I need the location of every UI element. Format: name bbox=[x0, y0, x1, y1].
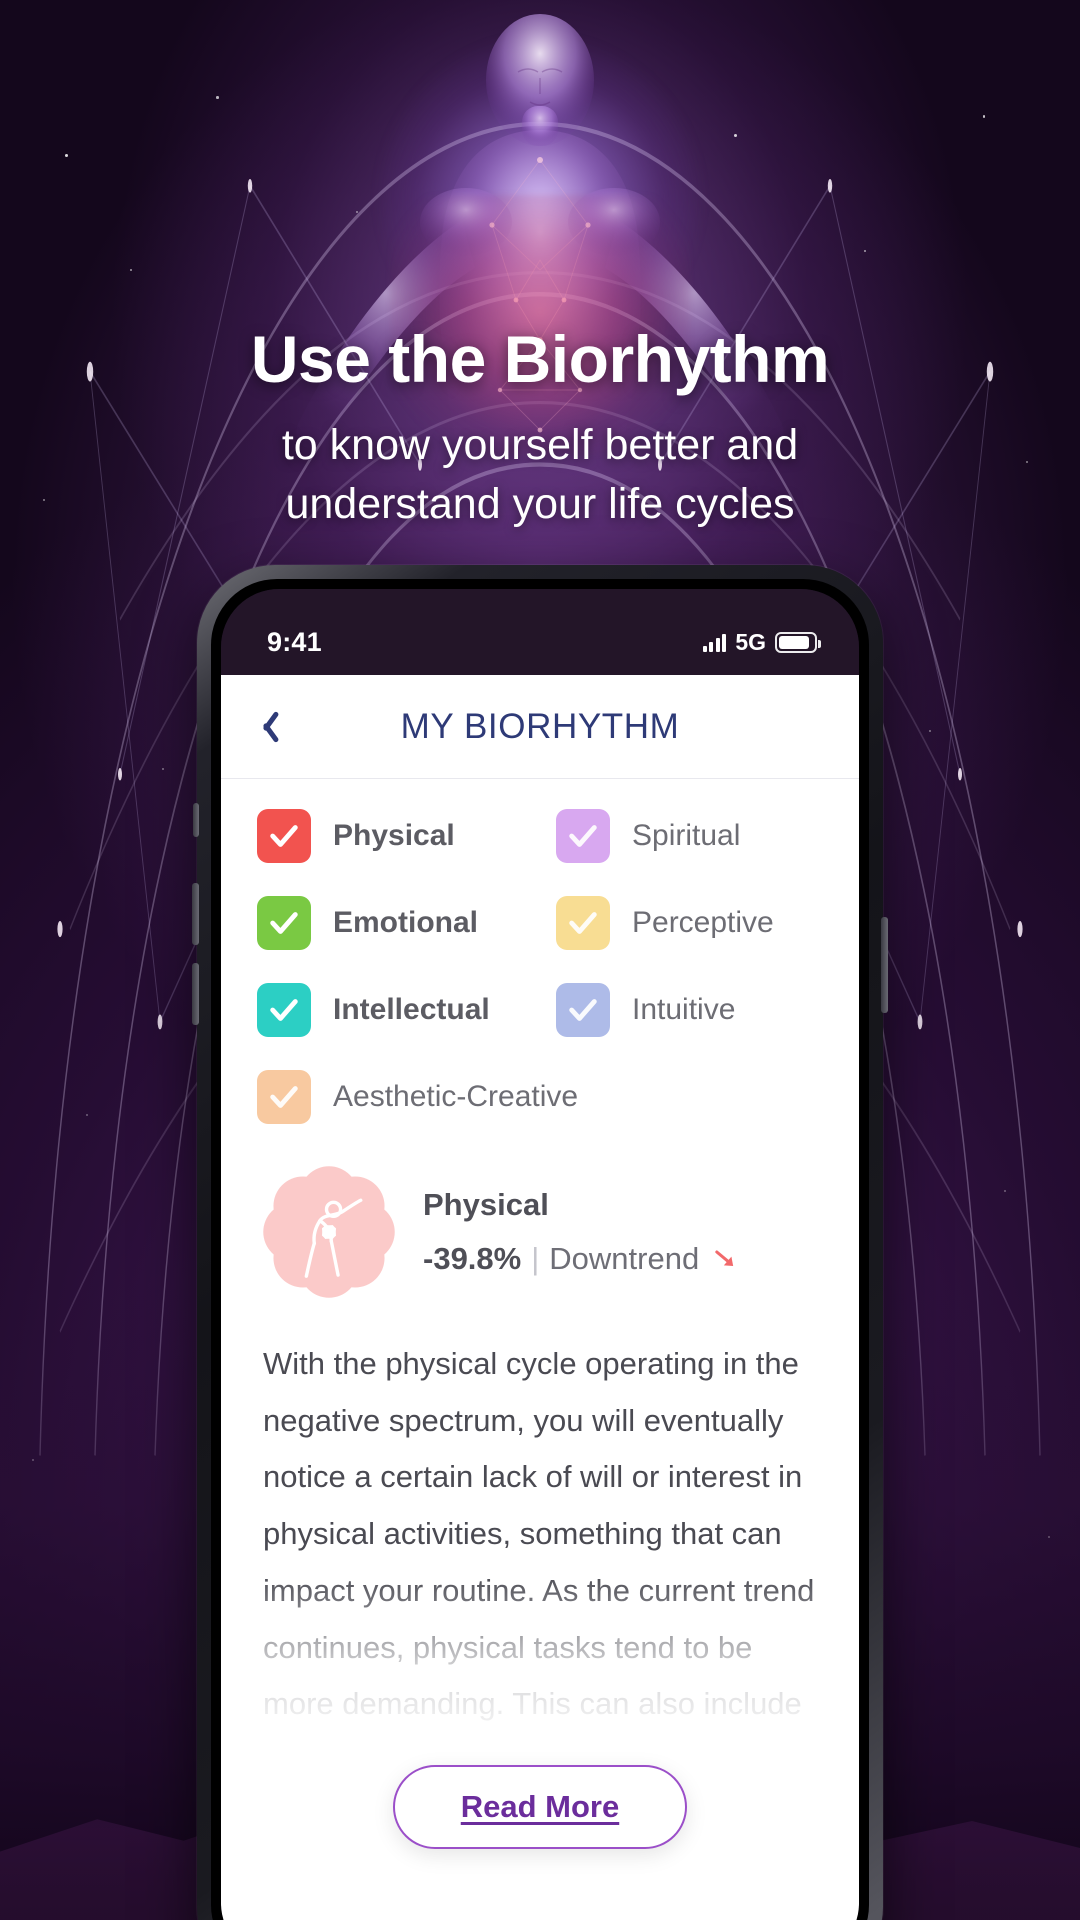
physical-flower-icon bbox=[261, 1164, 397, 1300]
arrow-down-right-icon bbox=[715, 1250, 734, 1266]
cycle-filter-grid: Physical Spiritual Emotional Perceptive … bbox=[221, 779, 859, 1130]
cycle-label: Emotional bbox=[333, 906, 479, 939]
promo-headline: Use the Biorhythm bbox=[250, 322, 830, 396]
cycle-label: Intellectual bbox=[333, 993, 490, 1026]
phone-screen: 9:41 5G MY BIORHYTHM Physical Spiritual … bbox=[221, 589, 859, 1920]
battery-icon bbox=[775, 631, 821, 653]
chevron-left-icon bbox=[253, 708, 275, 746]
cycle-filter-aesthetic-creative[interactable]: Aesthetic-Creative bbox=[221, 1070, 859, 1124]
cycle-filter-spiritual[interactable]: Spiritual bbox=[540, 809, 859, 863]
phone-bezel: 9:41 5G MY BIORHYTHM Physical Spiritual … bbox=[211, 579, 869, 1920]
promo-subtitle: to know yourself better and understand y… bbox=[0, 416, 1080, 533]
app-header: MY BIORHYTHM bbox=[221, 675, 859, 779]
cycle-description: With the physical cycle operating in the… bbox=[221, 1310, 859, 1734]
status-bar: 9:41 5G bbox=[221, 589, 859, 675]
cycle-description-text: With the physical cycle operating in the… bbox=[263, 1346, 815, 1722]
cycle-label: Perceptive bbox=[632, 906, 774, 939]
status-indicators: 5G bbox=[702, 628, 821, 656]
cycle-filter-intuitive[interactable]: Intuitive bbox=[540, 983, 859, 1037]
cycle-label: Spiritual bbox=[632, 819, 741, 852]
phone-mockup: 9:41 5G MY BIORHYTHM Physical Spiritual … bbox=[192, 565, 888, 1920]
checkbox-intellectual[interactable] bbox=[257, 983, 311, 1037]
cycle-label: Aesthetic-Creative bbox=[333, 1080, 579, 1113]
volume-up-button[interactable] bbox=[192, 883, 199, 945]
page-title: MY BIORHYTHM bbox=[400, 706, 680, 746]
checkbox-physical[interactable] bbox=[257, 809, 311, 863]
cycle-filter-physical[interactable]: Physical bbox=[221, 809, 540, 863]
checkbox-emotional[interactable] bbox=[257, 896, 311, 950]
network-label: 5G bbox=[735, 628, 766, 655]
cycle-filter-perceptive[interactable]: Perceptive bbox=[540, 896, 859, 950]
cycle-label: Physical bbox=[333, 819, 455, 852]
signal-bars-icon bbox=[702, 633, 727, 652]
cycle-filter-emotional[interactable]: Emotional bbox=[221, 896, 540, 950]
promo-text-block: Use the Biorhythm to know yourself bette… bbox=[0, 322, 1080, 533]
cycle-result-card: Physical -39.8% | Downtrend bbox=[221, 1130, 859, 1310]
promo-subtitle-line-1: to know yourself better and bbox=[281, 421, 799, 470]
result-percent: -39.8% bbox=[423, 1241, 522, 1276]
volume-down-button[interactable] bbox=[192, 963, 199, 1025]
checkbox-intuitive[interactable] bbox=[556, 983, 610, 1037]
promo-subtitle-line-2: understand your life cycles bbox=[285, 479, 795, 528]
cycle-filter-intellectual[interactable]: Intellectual bbox=[221, 983, 540, 1037]
result-info: Physical -39.8% | Downtrend bbox=[423, 1187, 739, 1277]
power-button[interactable] bbox=[881, 917, 888, 1013]
status-time: 9:41 bbox=[267, 626, 322, 657]
checkbox-aesthetic-creative[interactable] bbox=[257, 1070, 311, 1124]
read-more-button[interactable]: Read More bbox=[392, 1765, 688, 1849]
read-more-area: Read More bbox=[221, 1765, 859, 1849]
mute-switch[interactable] bbox=[193, 803, 199, 837]
cycle-label: Intuitive bbox=[632, 993, 736, 1026]
result-title: Physical bbox=[423, 1187, 549, 1222]
checkbox-perceptive[interactable] bbox=[556, 896, 610, 950]
back-button[interactable] bbox=[221, 675, 307, 778]
result-trend-line: -39.8% | Downtrend bbox=[423, 1241, 739, 1277]
checkbox-spiritual[interactable] bbox=[556, 809, 610, 863]
app-content: MY BIORHYTHM Physical Spiritual Emotiona… bbox=[221, 675, 859, 1920]
read-more-label: Read More bbox=[460, 1789, 620, 1824]
result-separator: | bbox=[531, 1241, 540, 1276]
result-trend-label: Downtrend bbox=[549, 1241, 700, 1276]
